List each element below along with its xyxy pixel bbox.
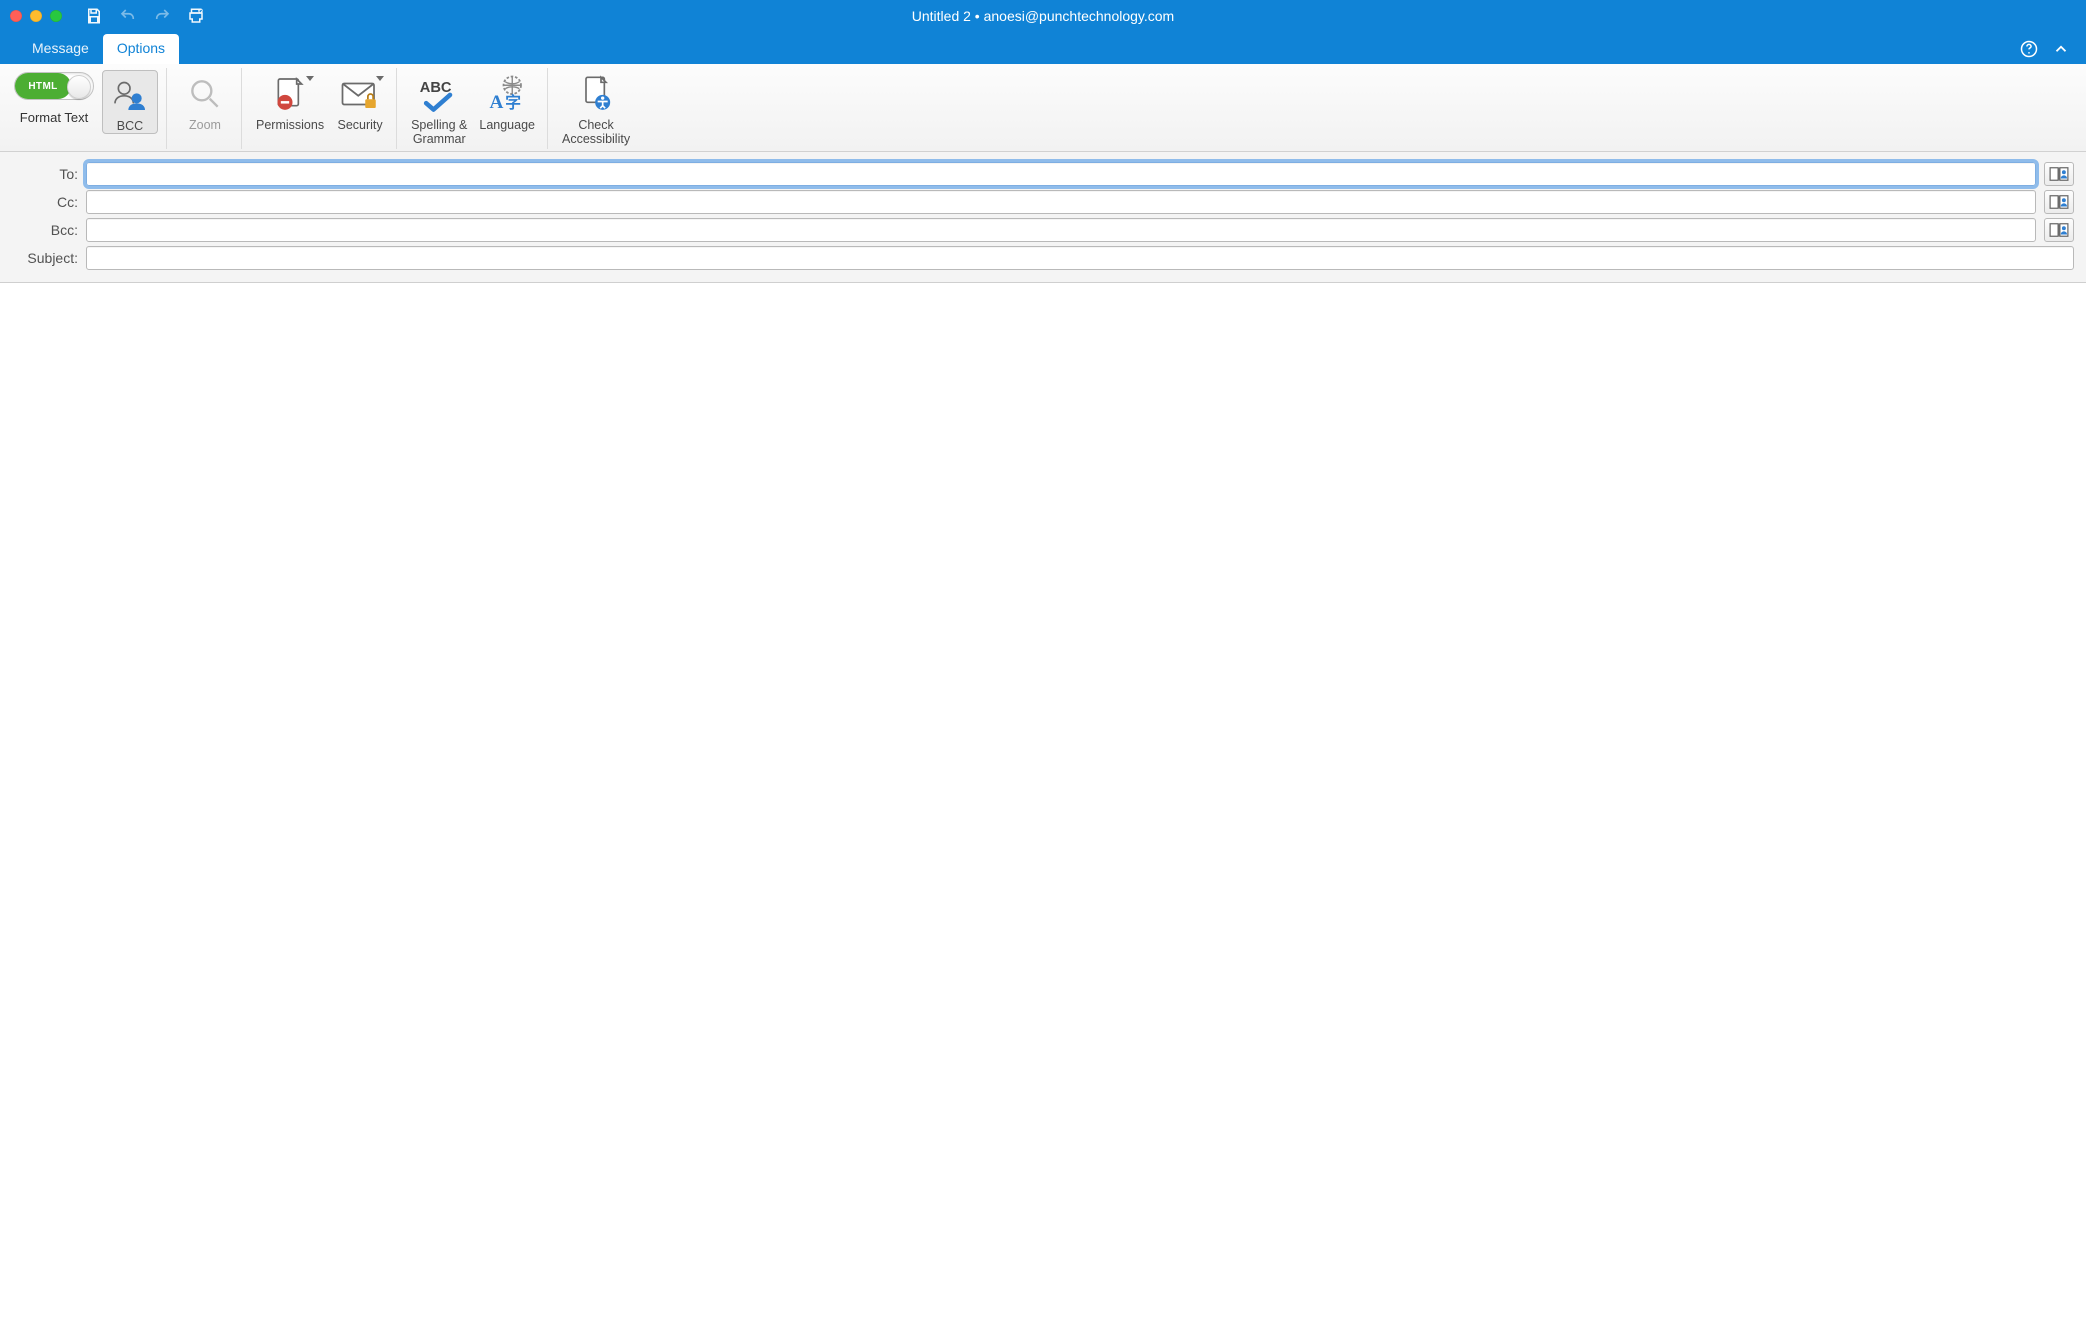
address-book-icon: [2048, 166, 2070, 182]
magnifier-icon: [186, 75, 224, 113]
dropdown-arrow-icon: [376, 76, 384, 81]
window-controls: [10, 10, 62, 22]
language-label: Language: [479, 118, 535, 132]
close-window-button[interactable]: [10, 10, 22, 22]
bcc-input[interactable]: [86, 218, 2036, 242]
ribbon-group-zoom: Zoom: [173, 68, 242, 149]
to-input[interactable]: [86, 162, 2036, 186]
chevron-up-icon: [2052, 40, 2070, 58]
check-accessibility-button[interactable]: Check Accessibility: [558, 70, 634, 147]
tab-message[interactable]: Message: [18, 34, 103, 64]
ribbon-tab-row: Message Options: [0, 32, 2086, 64]
svg-text:ABC: ABC: [420, 80, 452, 96]
ribbon-group-format: HTML Format Text BCC: [6, 68, 167, 149]
to-address-book-button[interactable]: [2044, 162, 2074, 186]
bcc-label: BCC: [117, 119, 143, 133]
bcc-icon: [110, 75, 150, 115]
cc-address-book-button[interactable]: [2044, 190, 2074, 214]
svg-text:A: A: [490, 92, 504, 113]
save-icon: [85, 7, 103, 25]
help-icon: [2019, 39, 2039, 59]
subject-label: Subject:: [0, 250, 78, 266]
spelling-grammar-button[interactable]: ABC Spelling & Grammar: [407, 70, 471, 147]
security-button[interactable]: Security: [332, 70, 388, 132]
redo-button[interactable]: [152, 6, 172, 26]
address-book-icon: [2048, 222, 2070, 238]
ribbon-group-permissions: Permissions Security: [248, 68, 397, 149]
undo-button[interactable]: [118, 6, 138, 26]
undo-icon: [119, 7, 137, 25]
message-body[interactable]: [0, 283, 2086, 1338]
save-button[interactable]: [84, 6, 104, 26]
bcc-button[interactable]: BCC: [102, 70, 158, 134]
accessibility-icon: [576, 74, 616, 114]
zoom-window-button[interactable]: [50, 10, 62, 22]
spelling-icon: ABC: [417, 74, 461, 114]
toggle-html-label: HTML: [28, 81, 57, 92]
zoom-label: Zoom: [189, 118, 221, 132]
address-book-icon: [2048, 194, 2070, 210]
format-text-toggle[interactable]: HTML: [14, 72, 94, 100]
printer-icon: [187, 7, 205, 25]
dropdown-arrow-icon: [306, 76, 314, 81]
permissions-button[interactable]: Permissions: [252, 70, 328, 132]
ribbon-group-proofing: ABC Spelling & Grammar A 字 Language: [403, 68, 548, 149]
language-button[interactable]: A 字 Language: [475, 70, 539, 132]
bcc-address-book-button[interactable]: [2044, 218, 2074, 242]
tab-options[interactable]: Options: [103, 34, 179, 64]
minimize-window-button[interactable]: [30, 10, 42, 22]
security-label: Security: [338, 118, 383, 132]
title-bar: Untitled 2 • anoesi@punchtechnology.com: [0, 0, 2086, 32]
collapse-ribbon-button[interactable]: [2050, 38, 2072, 60]
bcc-label: Bcc:: [0, 222, 78, 238]
language-icon: A 字: [486, 73, 528, 115]
ribbon-group-accessibility: Check Accessibility: [554, 68, 642, 149]
quick-access-toolbar: [84, 6, 206, 26]
redo-icon: [153, 7, 171, 25]
security-icon: [339, 73, 381, 115]
spelling-grammar-label: Spelling & Grammar: [411, 118, 467, 147]
toggle-knob: [67, 75, 91, 99]
zoom-button: Zoom: [177, 70, 233, 132]
cc-input[interactable]: [86, 190, 2036, 214]
subject-input[interactable]: [86, 246, 2074, 270]
check-accessibility-label: Check Accessibility: [562, 118, 630, 147]
window-title: Untitled 2 • anoesi@punchtechnology.com: [0, 8, 2086, 24]
to-label: To:: [0, 166, 78, 182]
address-panel: To: Cc:: [0, 152, 2086, 283]
permissions-icon: [270, 74, 310, 114]
permissions-label: Permissions: [256, 118, 324, 132]
help-button[interactable]: [2018, 38, 2040, 60]
print-button[interactable]: [186, 6, 206, 26]
ribbon-options: HTML Format Text BCC: [0, 64, 2086, 152]
cc-label: Cc:: [0, 194, 78, 210]
format-text-label: Format Text: [20, 110, 88, 125]
svg-text:字: 字: [505, 93, 521, 112]
